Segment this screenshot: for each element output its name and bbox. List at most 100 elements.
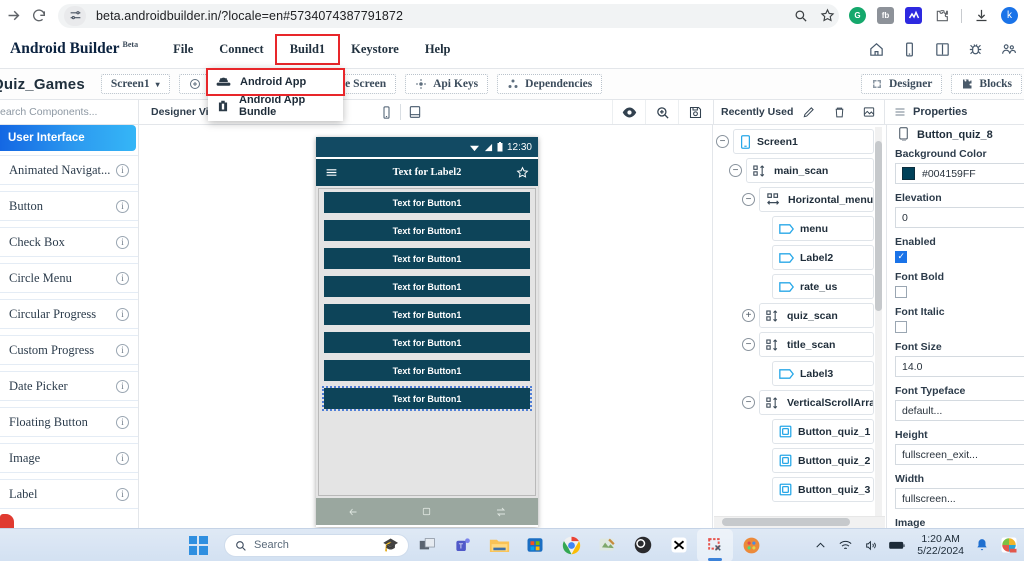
show-hidden-icons-icon[interactable] xyxy=(814,539,827,552)
tree-node-box[interactable]: Button_quiz_1 xyxy=(772,419,874,444)
info-icon[interactable]: i xyxy=(116,307,129,321)
tree-node[interactable]: Button_quiz_2 xyxy=(755,448,874,473)
tree-node[interactable]: + quiz_scan xyxy=(742,303,874,328)
photo-editor-icon[interactable] xyxy=(1000,536,1018,554)
info-icon[interactable]: i xyxy=(116,415,129,429)
phone-preview-button[interactable]: Text for Button1 xyxy=(322,386,532,411)
home-icon[interactable] xyxy=(868,41,885,58)
tree-node[interactable]: Button_quiz_1 xyxy=(755,419,874,444)
info-icon[interactable]: i xyxy=(116,451,129,465)
api-keys-button[interactable]: Api Keys xyxy=(405,74,489,94)
obs-icon[interactable] xyxy=(625,529,661,562)
menu-item-connect[interactable]: Connect xyxy=(206,36,276,63)
editor-icon[interactable] xyxy=(589,529,625,562)
expand-toggle-icon[interactable]: + xyxy=(742,309,755,322)
tree-node-box[interactable]: Label3 xyxy=(772,361,874,386)
tree-node[interactable]: rate_us xyxy=(755,274,874,299)
collapse-toggle-icon[interactable]: − xyxy=(729,164,742,177)
dropdown-item-android-app-bundle[interactable]: Android App Bundle xyxy=(208,94,343,118)
property-checkbox[interactable] xyxy=(895,286,907,298)
info-icon[interactable]: i xyxy=(116,271,129,285)
phone-preview-button[interactable]: Text for Button1 xyxy=(324,220,530,241)
grammarly-extension-icon[interactable]: G xyxy=(849,7,866,24)
component-tree-panel[interactable]: − Screen1 − main_scan − Horizontal_menu menu La… xyxy=(714,125,885,528)
menu-item-build[interactable]: Build1 xyxy=(274,34,341,65)
phone-preview-button[interactable]: Text for Button1 xyxy=(324,360,530,381)
wappalyzer-extension-icon[interactable] xyxy=(905,7,922,24)
tree-node-box[interactable]: Button_quiz_3 xyxy=(772,477,874,502)
bug-icon[interactable] xyxy=(967,41,984,58)
zoom-in-icon[interactable] xyxy=(645,100,678,124)
tree-vertical-scrollbar-thumb[interactable] xyxy=(875,141,882,311)
taskbar-search-box[interactable]: Search 🎓 xyxy=(224,533,409,557)
blocks-tab-button[interactable]: Blocks xyxy=(951,74,1022,94)
tree-node[interactable]: Button_quiz_3 xyxy=(755,477,874,502)
puzzle-extensions-icon[interactable] xyxy=(933,7,950,24)
star-icon[interactable] xyxy=(516,166,529,179)
info-icon[interactable]: i xyxy=(116,487,129,501)
palette-item[interactable]: Animated Navigat... i xyxy=(0,155,138,185)
info-icon[interactable]: i xyxy=(116,379,129,393)
menu-item-file[interactable]: File xyxy=(160,36,206,63)
tree-node[interactable]: − title_scan xyxy=(742,332,874,357)
hamburger-menu-icon[interactable] xyxy=(325,166,338,179)
property-field[interactable]: fullscreen_exit... xyxy=(895,444,1024,465)
tree-node[interactable]: menu xyxy=(755,216,874,241)
file-explorer-icon[interactable] xyxy=(481,529,517,562)
reload-icon[interactable] xyxy=(26,3,52,29)
palette-category-user-interface[interactable]: User Interface xyxy=(0,125,136,151)
designer-tab-button[interactable]: Designer xyxy=(860,74,943,94)
bell-icon[interactable] xyxy=(975,538,989,552)
address-bar[interactable]: beta.androidbuilder.in/?locale=en#573407… xyxy=(58,3,839,28)
palette-item[interactable]: Custom Progress i xyxy=(0,335,138,365)
palette-item[interactable]: Check Box i xyxy=(0,227,138,257)
tree-node-box[interactable]: title_scan xyxy=(759,332,874,357)
tree-node-box[interactable]: menu xyxy=(772,216,874,241)
battery-icon[interactable] xyxy=(889,539,906,551)
info-icon[interactable]: i xyxy=(116,163,129,177)
tree-node-box[interactable]: VerticalScrollArrang... xyxy=(759,390,874,415)
info-icon[interactable]: i xyxy=(116,199,129,213)
dependencies-button[interactable]: Dependencies xyxy=(497,74,603,94)
snipping-tool-icon[interactable] xyxy=(697,528,733,562)
tree-node[interactable]: Label2 xyxy=(755,245,874,270)
dropdown-item-android-app[interactable]: Android App xyxy=(206,68,345,96)
search-icon[interactable] xyxy=(793,8,808,23)
tree-node-box[interactable]: Horizontal_menu xyxy=(759,187,874,212)
duplicate-icon[interactable] xyxy=(854,100,884,124)
arrow-forward-icon[interactable] xyxy=(0,3,26,29)
microsoft-store-icon[interactable] xyxy=(517,529,553,562)
volume-icon[interactable] xyxy=(864,539,878,552)
palette-item[interactable]: Floating Button i xyxy=(0,407,138,437)
tree-node-box[interactable]: main_scan xyxy=(746,158,874,183)
tree-horizontal-scrollbar-thumb[interactable] xyxy=(722,518,850,526)
teams-icon[interactable]: T xyxy=(445,529,481,562)
community-icon[interactable] xyxy=(1000,41,1018,58)
phone-preview-button[interactable]: Text for Button1 xyxy=(324,332,530,353)
delete-trash-icon[interactable] xyxy=(824,100,854,124)
collapse-toggle-icon[interactable]: − xyxy=(742,396,755,409)
paint-icon[interactable] xyxy=(733,529,769,562)
property-field[interactable]: default... xyxy=(895,400,1024,421)
mobile-icon[interactable] xyxy=(901,41,918,58)
info-icon[interactable]: i xyxy=(116,343,129,357)
tree-node-box[interactable]: quiz_scan xyxy=(759,303,874,328)
tablet-preview-icon[interactable] xyxy=(401,100,429,124)
collapse-toggle-icon[interactable]: − xyxy=(742,338,755,351)
palette-item[interactable]: Button i xyxy=(0,191,138,221)
palette-item[interactable]: Image i xyxy=(0,443,138,473)
property-field[interactable]: fullscreen... xyxy=(895,488,1024,509)
menu-item-keystore[interactable]: Keystore xyxy=(338,36,412,63)
color-swatch[interactable] xyxy=(902,167,915,180)
chrome-icon[interactable] xyxy=(553,529,589,562)
tree-node[interactable]: − Horizontal_menu xyxy=(742,187,874,212)
phone-preview-button[interactable]: Text for Button1 xyxy=(324,248,530,269)
property-field[interactable]: #004159FF xyxy=(895,163,1024,184)
palette-item[interactable]: Circle Menu i xyxy=(0,263,138,293)
tree-node-box[interactable]: rate_us xyxy=(772,274,874,299)
downloads-icon[interactable] xyxy=(973,7,990,24)
phone-preview-button[interactable]: Text for Button1 xyxy=(324,192,530,213)
phone-preview-button[interactable]: Text for Button1 xyxy=(324,304,530,325)
taskbar-clock[interactable]: 1:20 AM 5/22/2024 xyxy=(917,533,964,557)
property-field[interactable]: 14.0 xyxy=(895,356,1024,377)
